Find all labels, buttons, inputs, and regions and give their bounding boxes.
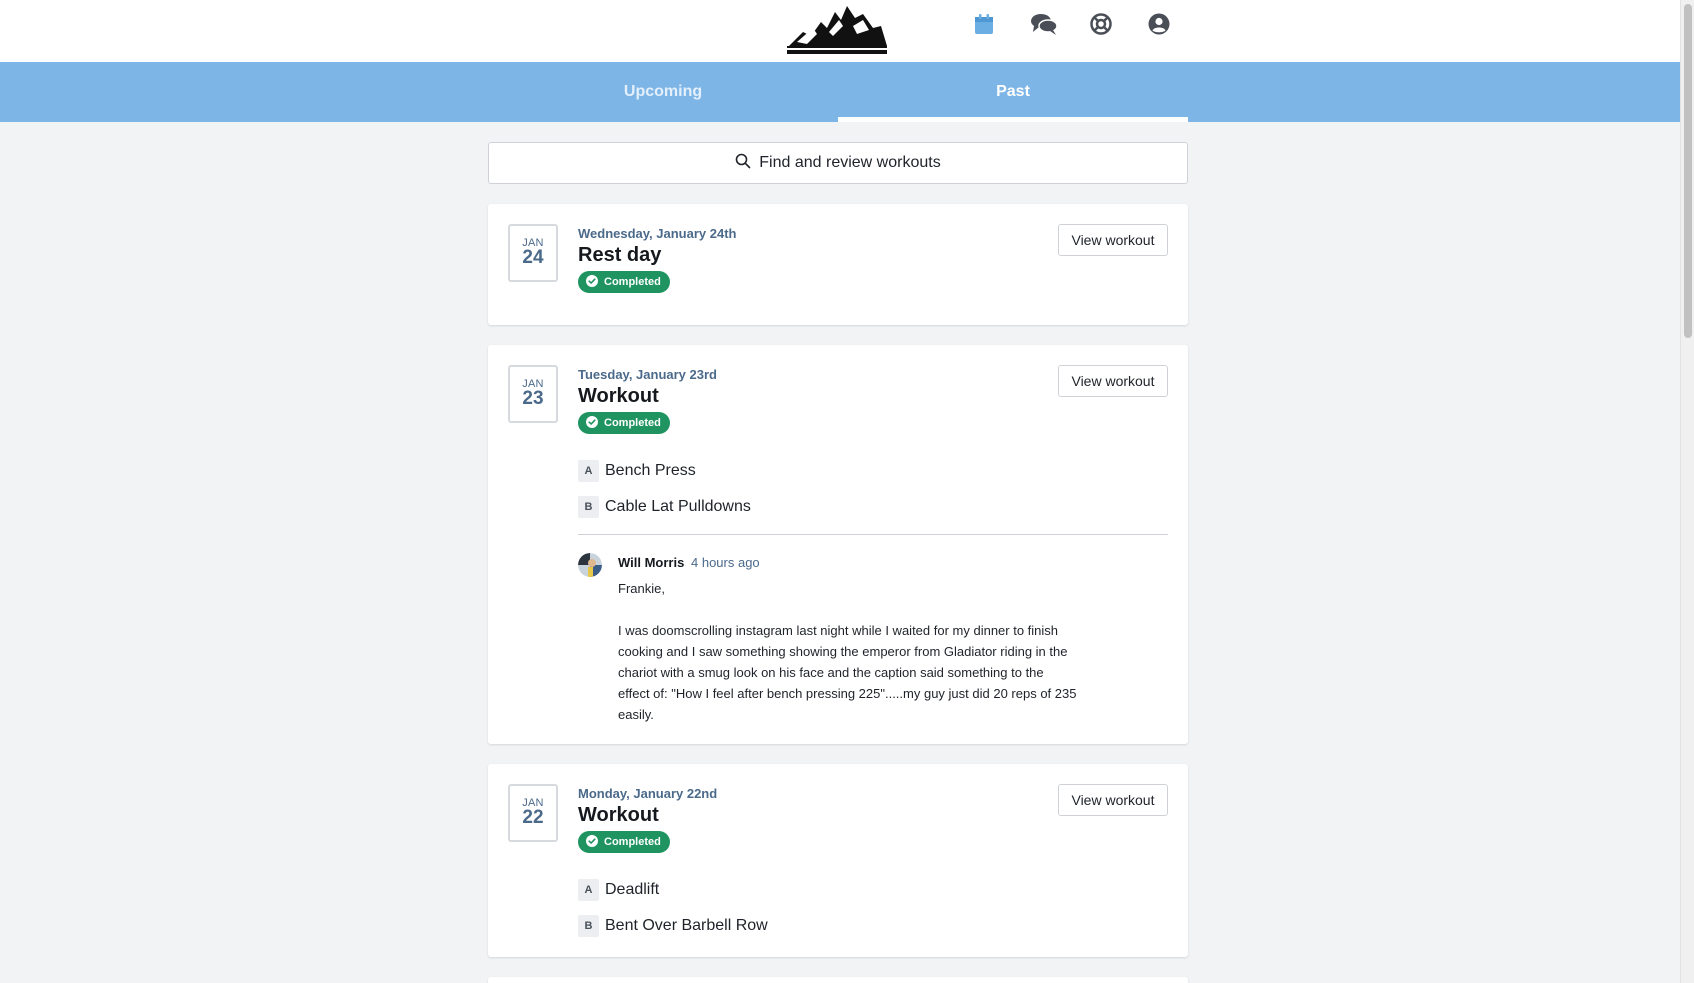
workout-card: JAN 23 Tuesday, January 23rd Workout Com… <box>488 345 1188 744</box>
view-workout-button[interactable]: View workout <box>1058 224 1168 256</box>
status-badge-label: Completed <box>604 417 661 429</box>
chat-icon[interactable] <box>1030 12 1058 36</box>
workout-title: Workout <box>578 385 659 407</box>
comment-body: Frankie, I was doomscrolling instagram l… <box>618 578 1078 725</box>
view-workout-button[interactable]: View workout <box>1058 784 1168 816</box>
check-circle-icon <box>586 415 598 431</box>
status-badge-label: Completed <box>604 836 661 848</box>
check-circle-icon <box>586 274 598 290</box>
status-badge: Completed <box>578 831 670 853</box>
workout-card-partial <box>488 977 1188 983</box>
date-box: JAN 23 <box>508 365 558 423</box>
status-badge: Completed <box>578 412 670 434</box>
search-label: Find and review workouts <box>759 154 941 171</box>
exercise-letter: A <box>578 460 599 482</box>
workout-date-label: Monday, January 22nd <box>578 786 718 801</box>
view-workout-button[interactable]: View workout <box>1058 365 1168 397</box>
exercise-item[interactable]: B Cable Lat Pulldowns <box>578 496 751 518</box>
workout-date-label: Wednesday, January 24th <box>578 226 737 241</box>
date-box: JAN 22 <box>508 784 558 842</box>
workout-title: Rest day <box>578 244 662 266</box>
exercise-name: Bent Over Barbell Row <box>605 917 768 934</box>
workout-card: JAN 22 Monday, January 22nd Workout Comp… <box>488 764 1188 957</box>
check-circle-icon <box>586 834 598 850</box>
exercise-letter: A <box>578 879 599 901</box>
divider <box>578 534 1168 535</box>
date-day: 24 <box>522 247 544 268</box>
search-icon <box>735 153 751 174</box>
help-lifebuoy-icon[interactable] <box>1089 12 1113 36</box>
comment-text: I was doomscrolling instagram last night… <box>618 623 1077 722</box>
date-day: 23 <box>522 388 544 409</box>
exercise-name: Deadlift <box>605 881 660 898</box>
status-badge-label: Completed <box>604 276 661 288</box>
exercise-item[interactable]: A Deadlift <box>578 879 659 901</box>
comment-author: Will Morris <box>618 555 685 570</box>
exercise-item[interactable]: A Bench Press <box>578 460 696 482</box>
tab-upcoming[interactable]: Upcoming <box>488 62 838 122</box>
calendar-icon[interactable] <box>972 12 996 36</box>
tab-bar: Upcoming Past <box>0 62 1680 122</box>
comment-timestamp: 4 hours ago <box>691 555 760 570</box>
workout-card: JAN 24 Wednesday, January 24th Rest day … <box>488 204 1188 325</box>
status-badge: Completed <box>578 271 670 293</box>
workout-date-label: Tuesday, January 23rd <box>578 367 717 382</box>
exercise-letter: B <box>578 496 599 518</box>
top-header <box>0 0 1680 62</box>
exercise-item[interactable]: B Bent Over Barbell Row <box>578 915 768 937</box>
comment-greeting: Frankie, <box>618 581 665 596</box>
exercise-name: Bench Press <box>605 462 696 479</box>
date-box: JAN 24 <box>508 224 558 282</box>
workout-title: Workout <box>578 804 659 826</box>
exercise-letter: B <box>578 915 599 937</box>
date-day: 22 <box>522 807 544 828</box>
account-icon[interactable] <box>1147 12 1171 36</box>
avatar[interactable] <box>578 553 602 577</box>
page-scrollbar[interactable] <box>1680 0 1694 983</box>
search-workouts-button[interactable]: Find and review workouts <box>488 142 1188 184</box>
tab-past[interactable]: Past <box>838 62 1188 122</box>
brand-logo[interactable] <box>783 2 891 56</box>
exercise-name: Cable Lat Pulldowns <box>605 498 751 515</box>
scrollbar-thumb[interactable] <box>1684 4 1692 338</box>
